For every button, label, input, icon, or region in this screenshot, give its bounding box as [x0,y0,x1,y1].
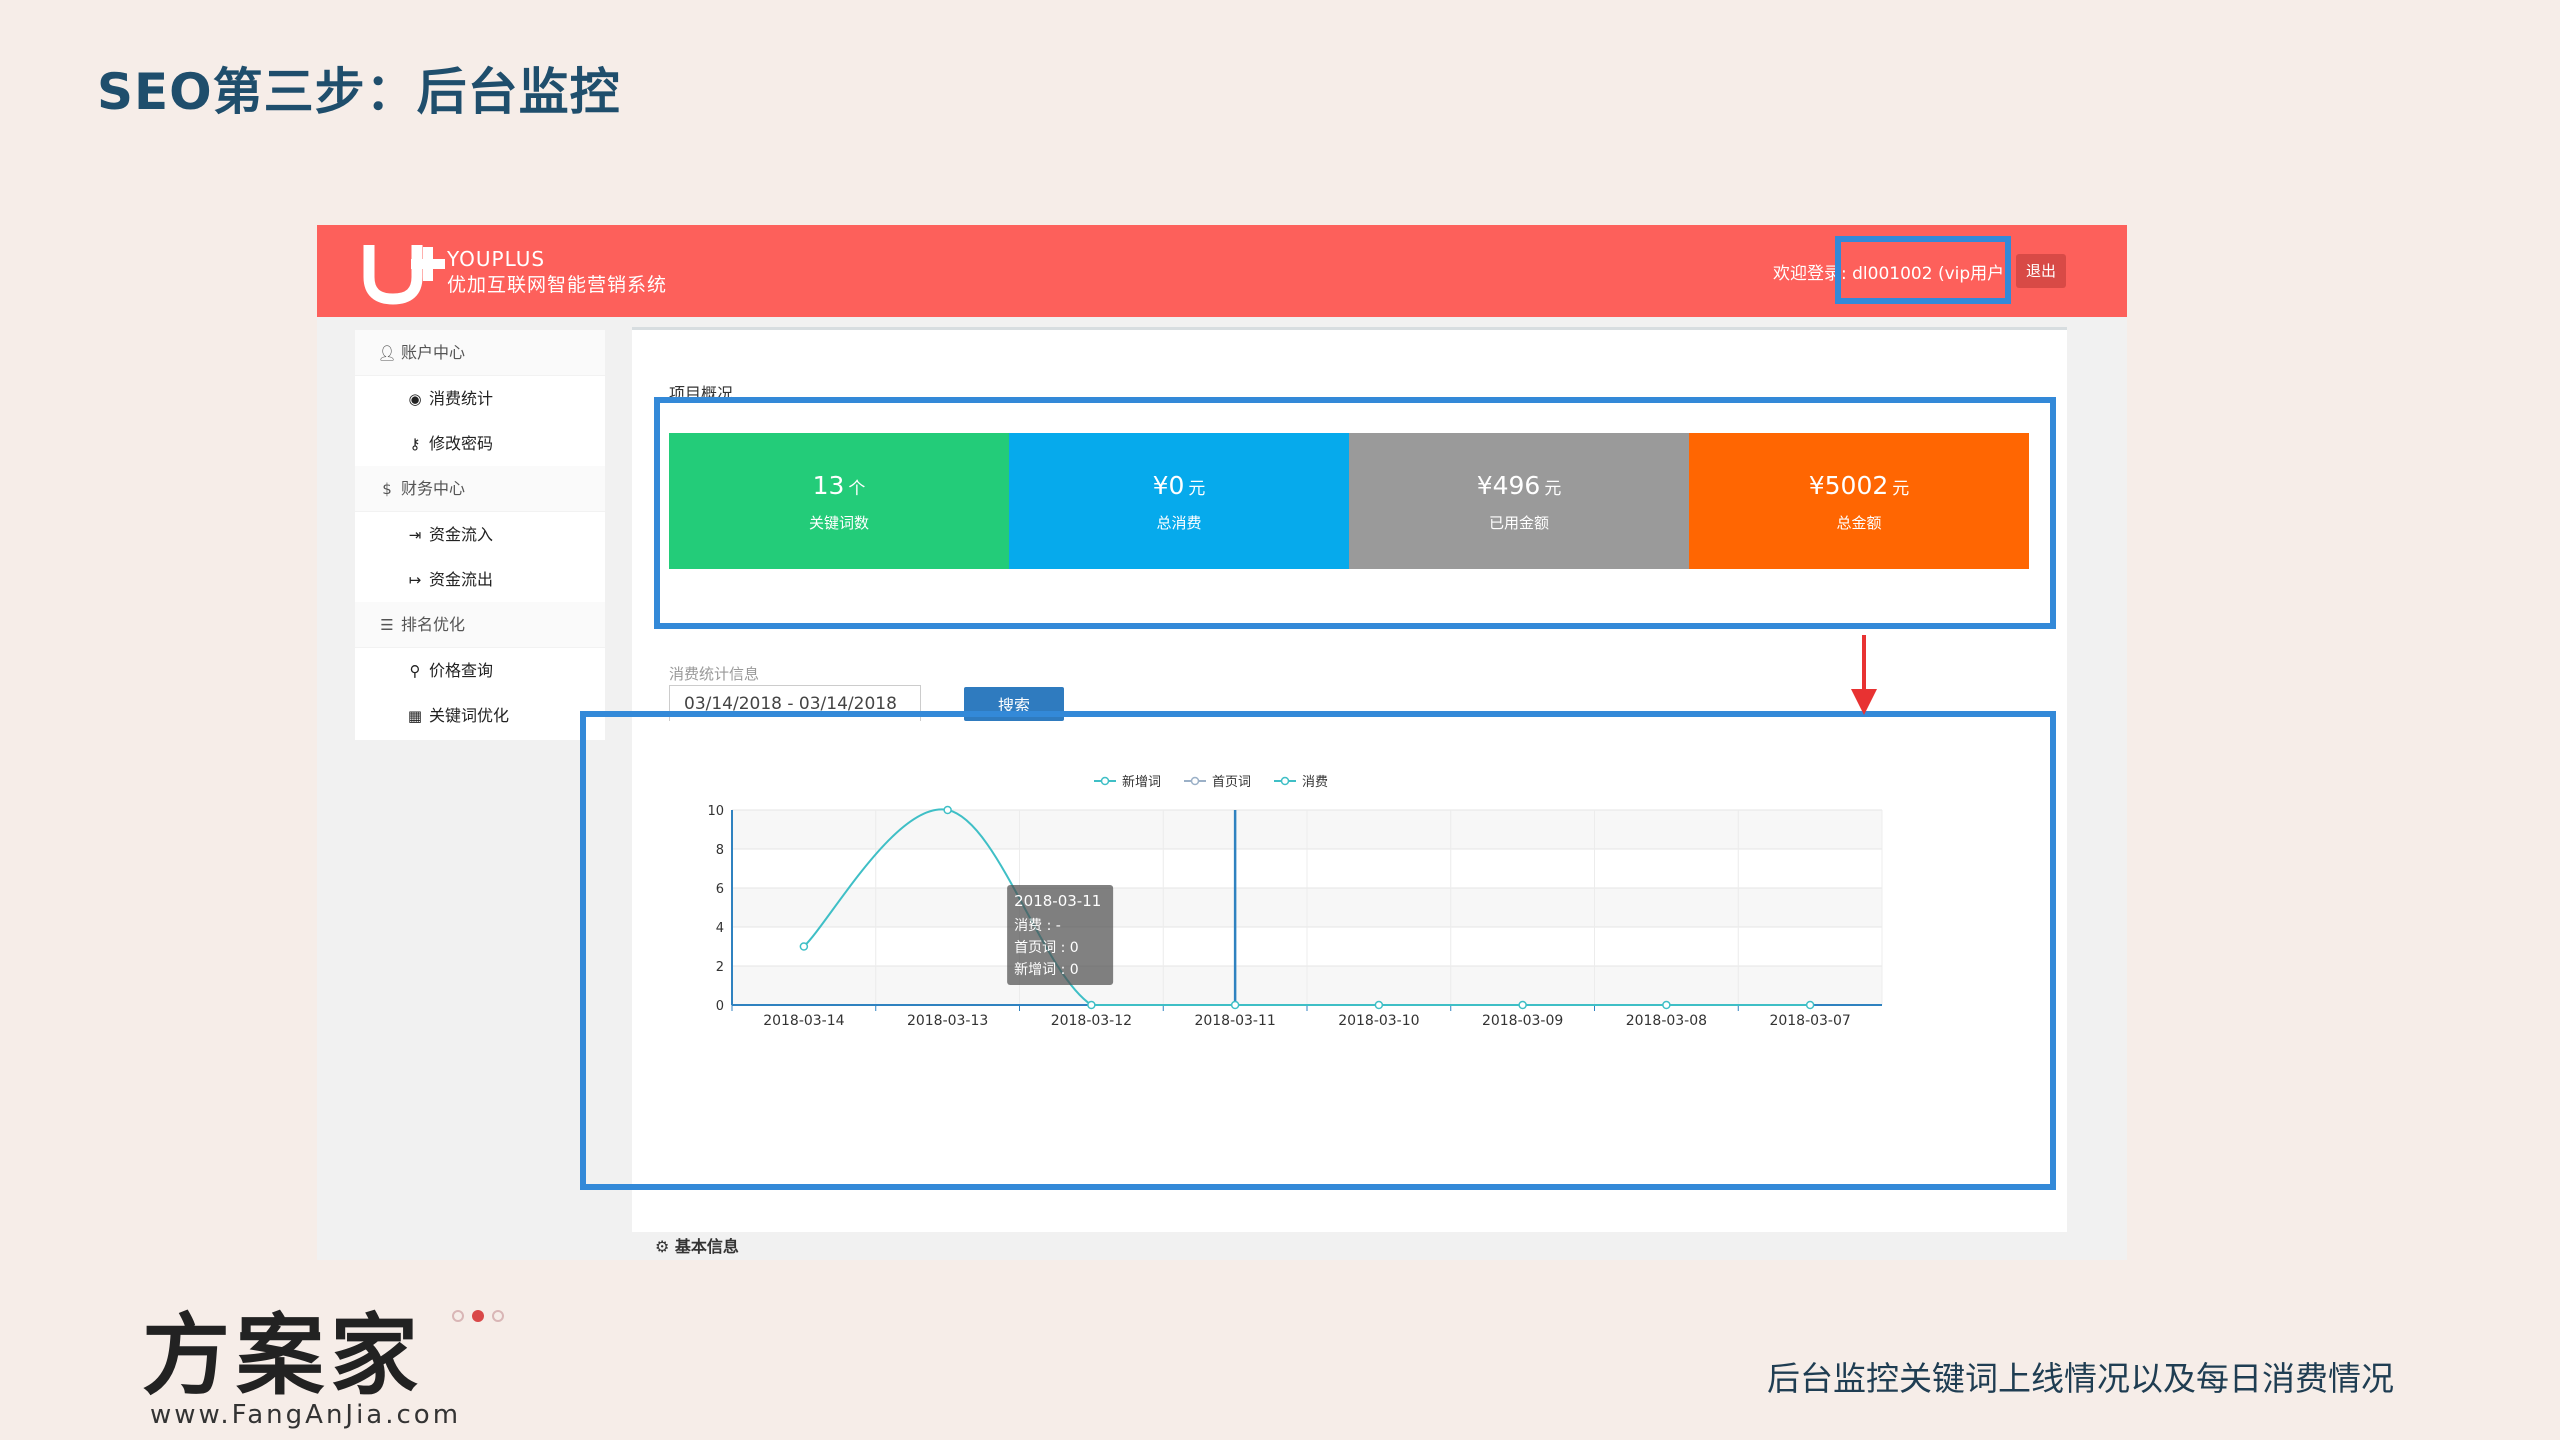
sidebar-group-label: 排名优化 [401,615,466,634]
brand-logo: 方案家 www.FangAnJia.com [142,1303,504,1430]
user-circle-icon: ◉ [408,390,422,408]
highlight-box-overview [654,397,2056,629]
sidebar-item-keyword-optimize[interactable]: ▦ 关键词优化 [355,693,605,738]
basic-info-label: 基本信息 [674,1237,739,1256]
sidebar-group-label: 财务中心 [401,479,466,498]
logo-english: YOUPLUS [447,247,546,271]
highlight-box-username [1835,236,2011,304]
sidebar-group-label: 账户中心 [401,343,466,362]
sign-in-icon: ⇥ [408,526,422,544]
sidebar-group-ranking[interactable]: ☰ 排名优化 [355,602,605,648]
brand-url: www.FangAnJia.com [150,1400,462,1430]
search-icon: ⚲ [409,662,421,680]
sidebar-item-label: 资金流出 [429,570,494,589]
consumption-stats-label: 消费统计信息 [669,665,760,683]
sidebar-item-label: 关键词优化 [429,706,510,725]
gear-icon: ⚙ [655,1237,670,1256]
sidebar-group-account[interactable]: 👤︎ 账户中心 [355,330,605,376]
red-arrow-icon [1851,635,1877,715]
sidebar-item-funds-out[interactable]: ↦ 资金流出 [355,557,605,602]
dollar-icon: $ [382,480,392,498]
logout-button[interactable]: 退出 [2016,254,2066,288]
basic-info-heading: ⚙ 基本信息 [655,1233,739,1257]
youplus-logo-icon [363,245,445,305]
sidebar-item-label: 价格查询 [429,661,494,680]
table-icon: ▦ [407,707,423,725]
sidebar-item-change-password[interactable]: ⚷ 修改密码 [355,421,605,466]
sidebar-item-label: 资金流入 [429,525,494,544]
sidebar-item-price-query[interactable]: ⚲ 价格查询 [355,648,605,693]
sidebar-item-consumption-stats[interactable]: ◉ 消费统计 [355,376,605,421]
brand-logo-text: 方案家 [142,1303,425,1407]
sidebar-item-label: 消费统计 [429,389,494,408]
user-icon: 👤︎ [377,344,397,362]
sidebar-item-label: 修改密码 [429,434,494,453]
sidebar-item-funds-in[interactable]: ⇥ 资金流入 [355,512,605,557]
slide-title: SEO第三步：后台监控 [97,63,621,121]
list-icon: ☰ [380,616,394,634]
sidebar: 👤︎ 账户中心 ◉ 消费统计 ⚷ 修改密码 $ 财务中心 ⇥ 资金流入 ↦ 资金流出 ☰ 排名… [355,330,605,740]
highlight-box-chart [580,711,2056,1190]
wifi-dots-icon [452,1310,504,1322]
logo-chinese: 优加互联网智能营销系统 [447,274,668,296]
sidebar-group-finance[interactable]: $ 财务中心 [355,466,605,512]
slide-caption: 后台监控关键词上线情况以及每日消费情况 [1767,1359,2394,1398]
key-icon: ⚷ [409,435,421,453]
sign-out-icon: ↦ [408,571,422,589]
